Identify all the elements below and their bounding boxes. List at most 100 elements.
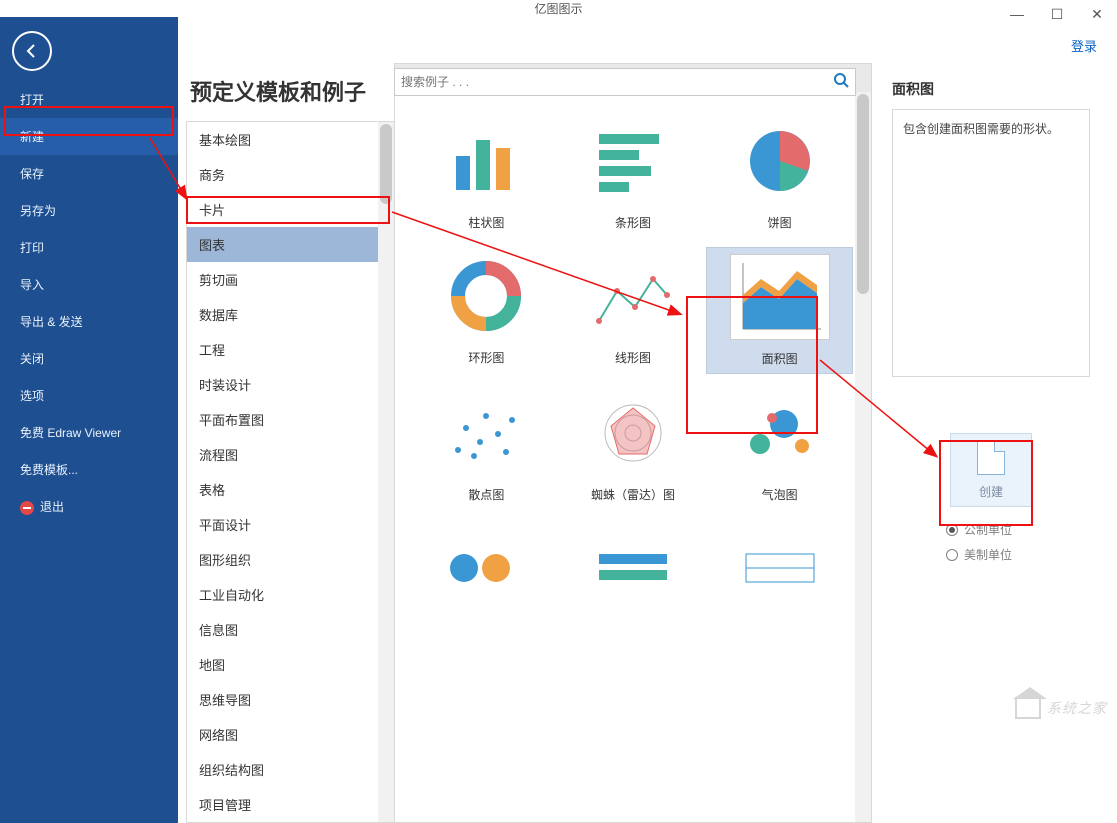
misc1-icon <box>436 525 536 611</box>
window-controls: — ☐ ✕ <box>997 0 1117 28</box>
minimize-button[interactable]: — <box>997 0 1037 28</box>
category-item[interactable]: 图形组织 <box>187 542 394 577</box>
category-item[interactable]: 组织结构图 <box>187 752 394 787</box>
category-item[interactable]: 卡片 <box>187 192 394 227</box>
app-title: 亿图图示 <box>534 0 582 17</box>
sidebar-item-6[interactable]: 导出 & 发送 <box>0 303 178 340</box>
sidebar-item-label: 新建 <box>20 130 44 144</box>
sidebar-item-4[interactable]: 打印 <box>0 229 178 266</box>
category-scrollbar[interactable] <box>378 122 394 822</box>
template-label: 条形图 <box>615 214 651 231</box>
radio-dot-icon <box>946 524 958 536</box>
units-metric-radio[interactable]: 公制单位 <box>946 521 1090 538</box>
info-description: 包含创建面积图需要的形状。 <box>892 109 1090 377</box>
create-label: 创建 <box>979 483 1003 500</box>
misc3-icon <box>730 525 830 611</box>
category-item[interactable]: 流程图 <box>187 437 394 472</box>
sidebar-item-10[interactable]: 免费模板... <box>0 451 178 488</box>
pie-icon <box>730 118 830 204</box>
sidebar-item-label: 打开 <box>20 93 44 107</box>
sidebar-item-0[interactable]: 打开 <box>0 81 178 118</box>
category-item[interactable]: 图表 <box>187 227 394 262</box>
category-item[interactable]: 信息图 <box>187 612 394 647</box>
template-label: 气泡图 <box>762 486 798 503</box>
template-bubble[interactable]: 气泡图 <box>706 384 853 509</box>
template-bar[interactable]: 条形图 <box>560 112 707 237</box>
category-item[interactable]: 商务 <box>187 157 394 192</box>
sidebar-item-1[interactable]: 新建 <box>0 118 178 155</box>
login-link[interactable]: 登录 <box>1071 36 1097 55</box>
sidebar-item-9[interactable]: 免费 Edraw Viewer <box>0 414 178 451</box>
area-icon <box>730 254 830 340</box>
units-imperial-radio[interactable]: 美制单位 <box>946 546 1090 563</box>
template-misc1[interactable] <box>413 519 560 627</box>
template-column[interactable]: 柱状图 <box>413 112 560 237</box>
units-radio-group: 公制单位 美制单位 <box>946 521 1090 571</box>
template-area[interactable]: 面积图 <box>706 247 853 374</box>
maximize-button[interactable]: ☐ <box>1037 0 1077 28</box>
template-label: 散点图 <box>468 486 504 503</box>
category-item[interactable]: 时装设计 <box>187 367 394 402</box>
category-item[interactable]: 表格 <box>187 472 394 507</box>
template-label: 柱状图 <box>468 214 504 231</box>
search-input-wrap[interactable] <box>394 68 856 96</box>
template-misc3[interactable] <box>706 519 853 627</box>
category-item[interactable]: 思维导图 <box>187 682 394 717</box>
template-label: 蜘蛛（雷达）图 <box>591 486 675 503</box>
sidebar-item-8[interactable]: 选项 <box>0 377 178 414</box>
template-donut[interactable]: 环形图 <box>413 247 560 374</box>
bar-icon <box>583 118 683 204</box>
title-bar: 亿图图示 — ☐ ✕ <box>0 0 1117 17</box>
templates-panel: 模板 柱状图条形图饼图环形图线形图面积图散点图蜘蛛（雷达）图气泡图 <box>394 63 872 823</box>
template-label: 线形图 <box>615 349 651 366</box>
sidebar-item-label: 关闭 <box>20 352 44 366</box>
category-item[interactable]: 数据库 <box>187 297 394 332</box>
category-item[interactable]: 剪切画 <box>187 262 394 297</box>
sidebar-item-2[interactable]: 保存 <box>0 155 178 192</box>
radar-icon <box>583 390 683 476</box>
templates-scrollbar[interactable] <box>855 92 871 822</box>
category-item[interactable]: 基本绘图 <box>187 122 394 157</box>
line-icon <box>583 253 683 339</box>
units-imperial-label: 美制单位 <box>964 546 1012 563</box>
search-icon[interactable] <box>833 72 849 93</box>
category-item[interactable]: 地图 <box>187 647 394 682</box>
template-misc2[interactable] <box>560 519 707 627</box>
back-button[interactable] <box>12 31 52 71</box>
sidebar-item-5[interactable]: 导入 <box>0 266 178 303</box>
close-button[interactable]: ✕ <box>1077 0 1117 28</box>
column-icon <box>436 118 536 204</box>
exit-icon <box>20 501 34 515</box>
sidebar-item-label: 免费模板... <box>20 463 78 477</box>
category-item[interactable]: 工业自动化 <box>187 577 394 612</box>
sidebar-item-label: 选项 <box>20 389 44 403</box>
watermark: 系统之家 <box>1015 697 1107 719</box>
template-label: 饼图 <box>768 214 792 231</box>
category-item[interactable]: 工程 <box>187 332 394 367</box>
sidebar-item-label: 另存为 <box>20 204 56 218</box>
create-button[interactable]: 创建 <box>950 433 1032 507</box>
bubble-icon <box>730 390 830 476</box>
house-icon <box>1015 697 1041 719</box>
info-title: 面积图 <box>892 79 1090 99</box>
template-pie[interactable]: 饼图 <box>706 112 853 237</box>
search-input[interactable] <box>401 75 833 89</box>
template-line[interactable]: 线形图 <box>560 247 707 374</box>
category-item[interactable]: 平面布置图 <box>187 402 394 437</box>
misc2-icon <box>583 525 683 611</box>
sidebar-item-11[interactable]: 退出 <box>0 488 178 525</box>
template-scatter[interactable]: 散点图 <box>413 384 560 509</box>
sidebar-item-3[interactable]: 另存为 <box>0 192 178 229</box>
radio-dot-icon <box>946 549 958 561</box>
category-item[interactable]: 项目管理 <box>187 787 394 822</box>
sidebar-item-label: 免费 Edraw Viewer <box>20 426 121 440</box>
category-item[interactable]: 平面设计 <box>187 507 394 542</box>
page-icon <box>977 441 1005 475</box>
sidebar-item-7[interactable]: 关闭 <box>0 340 178 377</box>
category-item[interactable]: 网络图 <box>187 717 394 752</box>
donut-icon <box>436 253 536 339</box>
units-metric-label: 公制单位 <box>964 521 1012 538</box>
sidebar: 打开新建保存另存为打印导入导出 & 发送关闭选项免费 Edraw Viewer 免… <box>0 17 178 823</box>
template-radar[interactable]: 蜘蛛（雷达）图 <box>560 384 707 509</box>
template-label: 面积图 <box>762 350 798 367</box>
